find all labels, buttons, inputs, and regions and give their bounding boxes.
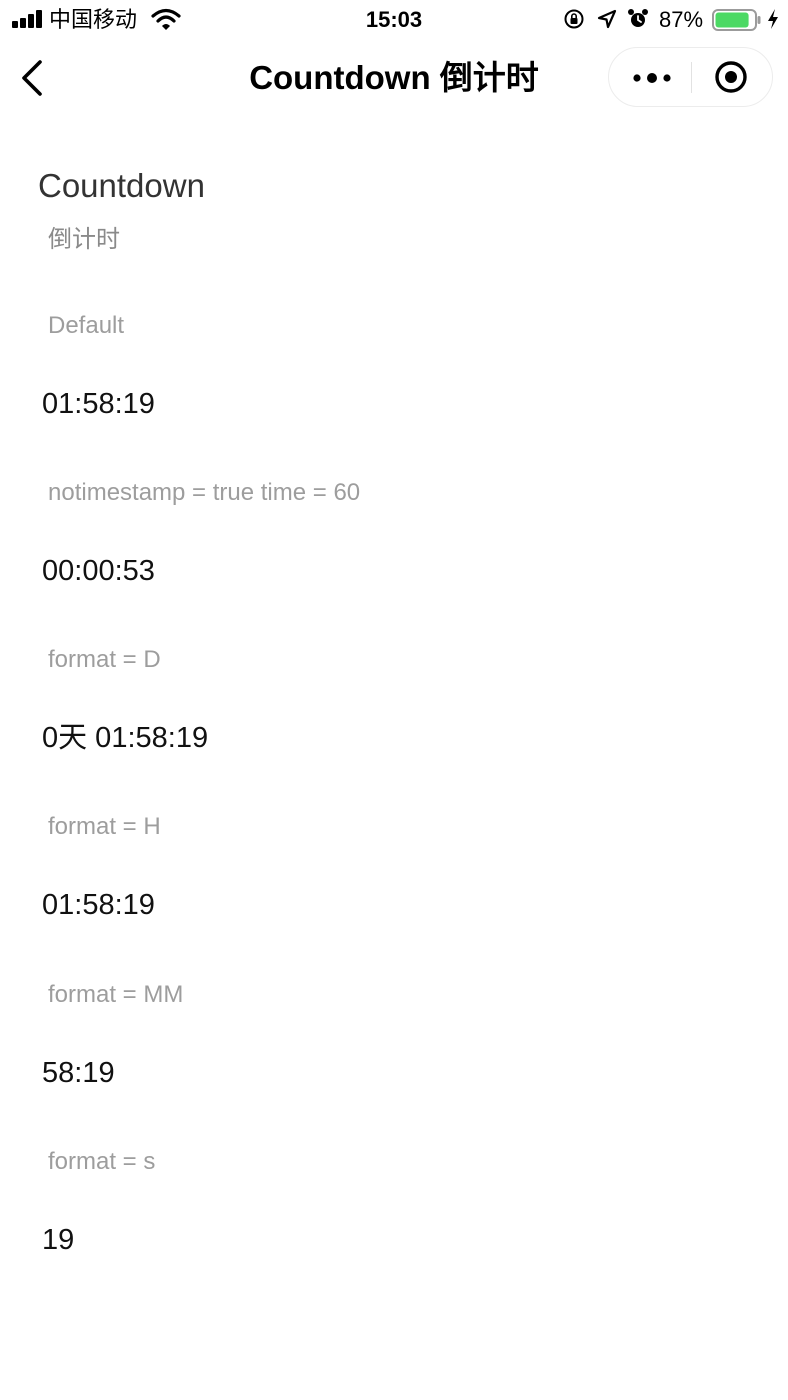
countdown-format-s: 19 [42, 1224, 75, 1256]
charging-icon [768, 9, 778, 29]
more-button[interactable] [609, 48, 691, 106]
orientation-lock-icon [564, 9, 584, 29]
demo-label-format-mm: format = MM [48, 981, 184, 1008]
more-dots-icon [633, 73, 671, 83]
battery-percent: 87% [659, 7, 704, 32]
demo-label-format-s: format = s [48, 1148, 156, 1175]
section-subheading: 倒计时 [48, 226, 120, 253]
nav-bar: Countdown 倒计时 [0, 40, 788, 116]
alarm-icon [628, 9, 648, 27]
demo-label-format-h: format = H [48, 813, 161, 840]
demo-label-default: Default [48, 312, 125, 339]
location-icon [597, 9, 617, 29]
target-close-icon [715, 61, 747, 93]
countdown-format-d: 0天 01:58:19 [42, 722, 209, 754]
battery-icon [712, 9, 761, 31]
countdown-default: 01:58:19 [42, 388, 155, 420]
menu-capsule [608, 47, 773, 107]
countdown-format-h: 01:58:19 [42, 889, 155, 921]
demo-label-format-d: format = D [48, 646, 161, 673]
status-bar: 中国移动 15:03 87% [0, 0, 788, 40]
section-heading: Countdown [38, 167, 205, 204]
countdown-notimestamp: 00:00:53 [42, 555, 155, 587]
countdown-format-mm: 58:19 [42, 1057, 115, 1089]
close-miniprogram-button[interactable] [692, 48, 772, 106]
demo-label-notimestamp: notimestamp = true time = 60 [48, 479, 361, 506]
